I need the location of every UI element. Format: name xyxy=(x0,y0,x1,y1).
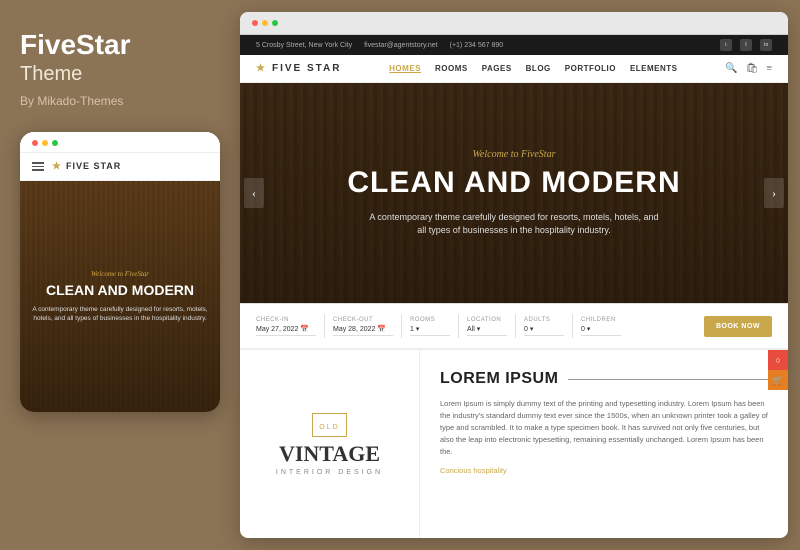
email-text: fivestar@agentstory.net xyxy=(364,42,438,49)
phone-text: (+1) 234 567 890 xyxy=(450,42,504,49)
browser-dot-yellow xyxy=(262,20,268,26)
left-panel: FiveStar Theme By Mikado-Themes ★ FIVE S… xyxy=(0,0,240,550)
browser-window: 5 Crosby Street, New York City fivestar@… xyxy=(240,12,788,538)
nav-portfolio[interactable]: PORTFOLIO xyxy=(565,64,616,73)
mobile-hero: Welcome to FiveStar CLEAN AND MODERN A c… xyxy=(20,181,220,412)
rooms-select[interactable]: 1 ▾ xyxy=(410,325,450,336)
mobile-dots xyxy=(32,140,58,146)
nav-links: HOMES ROOMS PAGES BLOG PORTFOLIO ELEMENT… xyxy=(389,64,677,73)
nav-pages[interactable]: PAGES xyxy=(482,64,512,73)
hero-welcome: Welcome to FiveStar xyxy=(473,149,556,160)
children-select[interactable]: 0 ▾ xyxy=(581,325,621,336)
hero-headline: CLEAN AND MODERN xyxy=(347,166,680,199)
search-icon[interactable]: 🔍 xyxy=(725,63,737,74)
author-label: By Mikado-Themes xyxy=(20,94,123,108)
content-section: OLD VINTAGE INTERIOR DESIGN LOREM IPSUM … xyxy=(240,350,788,538)
social-icons: t f in xyxy=(720,39,772,51)
star-icon: ★ xyxy=(52,161,62,172)
children-field: CHILDREN 0 ▾ xyxy=(581,317,621,336)
booking-bar: CHECK-IN May 27, 2022 📅 CHECK-OUT May 28… xyxy=(240,303,788,350)
divider-5 xyxy=(572,314,573,338)
checkout-value[interactable]: May 28, 2022 📅 xyxy=(333,325,393,336)
content-body: Lorem Ipsum is simply dummy text of the … xyxy=(440,398,768,458)
side-action-icons: ○ 🛒 xyxy=(768,350,788,390)
brand-bold: FiveStar xyxy=(20,29,131,60)
facebook-icon[interactable]: f xyxy=(740,39,752,51)
mobile-logo: ★ FIVE STAR xyxy=(52,161,121,172)
nav-homes[interactable]: HOMES xyxy=(389,64,421,73)
mobile-top-bar xyxy=(20,132,220,153)
location-field: LOCATION All ▾ xyxy=(467,317,507,336)
browser-dot-red xyxy=(252,20,258,26)
logo-star-icon: ★ xyxy=(256,63,267,74)
content-link[interactable]: Concious hospitality xyxy=(440,466,768,475)
checkin-label: CHECK-IN xyxy=(256,317,316,323)
content-text-area: LOREM IPSUM Lorem Ipsum is simply dummy … xyxy=(420,350,788,538)
side-icon-bottom[interactable]: 🛒 xyxy=(768,370,788,390)
adults-label: ADULTS xyxy=(524,317,564,323)
nav-blog[interactable]: BLOG xyxy=(526,64,551,73)
address-text: 5 Crosby Street, New York City xyxy=(256,42,352,49)
dot-red xyxy=(32,140,38,146)
nav-elements[interactable]: ELEMENTS xyxy=(630,64,678,73)
mobile-subtext: A contemporary theme carefully designed … xyxy=(30,305,210,323)
divider-2 xyxy=(401,314,402,338)
checkout-field: CHECK-OUT May 28, 2022 📅 xyxy=(333,317,393,336)
browser-dots xyxy=(252,20,278,26)
vintage-sub: INTERIOR DESIGN xyxy=(276,469,383,476)
adults-select[interactable]: 0 ▾ xyxy=(524,325,564,336)
vintage-brand: VINTAGE xyxy=(279,443,380,465)
nav-rooms[interactable]: ROOMS xyxy=(435,64,468,73)
instagram-icon[interactable]: in xyxy=(760,39,772,51)
bag-icon[interactable]: 🛍 xyxy=(746,63,759,74)
site-logo: ★ FIVE STAR xyxy=(256,63,341,74)
checkin-field: CHECK-IN May 27, 2022 📅 xyxy=(256,317,316,336)
hero-subtext: A contemporary theme carefully designed … xyxy=(364,211,664,238)
theme-label: Theme xyxy=(20,63,82,86)
vintage-tag-box: OLD xyxy=(312,413,346,437)
children-label: CHILDREN xyxy=(581,317,621,323)
rooms-label: ROOMS xyxy=(410,317,450,323)
dot-green xyxy=(52,140,58,146)
mobile-headline: CLEAN AND MODERN xyxy=(46,282,194,299)
content-heading-row: LOREM IPSUM xyxy=(440,370,768,388)
vintage-logo-area: OLD VINTAGE INTERIOR DESIGN xyxy=(240,350,420,538)
hero-section: Welcome to FiveStar CLEAN AND MODERN A c… xyxy=(240,83,788,303)
menu-icon[interactable]: ≡ xyxy=(766,63,772,74)
contact-info: 5 Crosby Street, New York City fivestar@… xyxy=(256,42,503,49)
hamburger-icon[interactable] xyxy=(32,162,44,171)
book-now-button[interactable]: BOOK NOW xyxy=(704,316,772,337)
checkout-label: CHECK-OUT xyxy=(333,317,393,323)
adults-field: ADULTS 0 ▾ xyxy=(524,317,564,336)
brand-name: FiveStar xyxy=(20,30,131,61)
logo-text: FIVE STAR xyxy=(272,63,341,74)
dot-yellow xyxy=(42,140,48,146)
browser-chrome xyxy=(240,12,788,35)
location-select[interactable]: All ▾ xyxy=(467,325,507,336)
mobile-nav: ★ FIVE STAR xyxy=(20,153,220,181)
divider-1 xyxy=(324,314,325,338)
mobile-preview: ★ FIVE STAR Welcome to FiveStar CLEAN AN… xyxy=(20,132,220,412)
location-label: LOCATION xyxy=(467,317,507,323)
mobile-welcome: Welcome to FiveStar xyxy=(91,270,149,278)
divider-4 xyxy=(515,314,516,338)
content-heading: LOREM IPSUM xyxy=(440,370,558,388)
carousel-prev[interactable]: ‹ xyxy=(244,178,264,208)
twitter-icon[interactable]: t xyxy=(720,39,732,51)
checkin-value[interactable]: May 27, 2022 📅 xyxy=(256,325,316,336)
browser-dot-green xyxy=(272,20,278,26)
main-nav: ★ FIVE STAR HOMES ROOMS PAGES BLOG PORTF… xyxy=(240,55,788,83)
heading-divider xyxy=(568,379,768,380)
carousel-next[interactable]: › xyxy=(764,178,784,208)
nav-action-icons: 🔍 🛍 ≡ xyxy=(725,63,772,74)
side-icon-top[interactable]: ○ xyxy=(768,350,788,370)
divider-3 xyxy=(458,314,459,338)
vintage-tag: OLD xyxy=(319,424,339,431)
mobile-logo-text: FIVE STAR xyxy=(66,161,121,171)
hero-content: Welcome to FiveStar CLEAN AND MODERN A c… xyxy=(240,83,788,303)
rooms-field: ROOMS 1 ▾ xyxy=(410,317,450,336)
site-info-bar: 5 Crosby Street, New York City fivestar@… xyxy=(240,35,788,55)
